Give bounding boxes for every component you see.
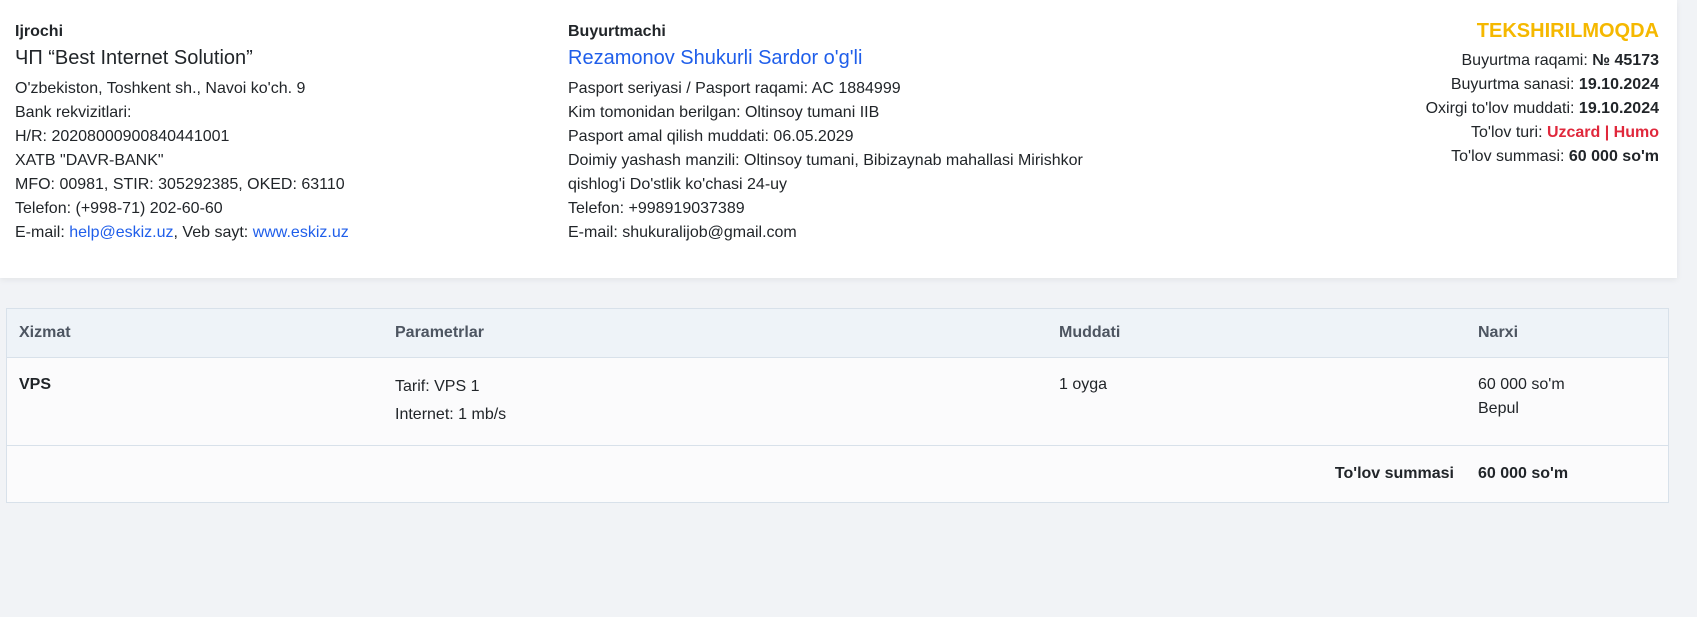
order-number: Buyurtma raqami: № 45173 xyxy=(1239,49,1660,73)
total-label: To'lov summasi xyxy=(1334,465,1454,482)
executor-section: Ijrochi ЧП “Best Internet Solution” O'zb… xyxy=(15,20,535,245)
service-cell: VPS xyxy=(7,357,383,446)
customer-passport-valid: Pasport amal qilish muddati: 06.05.2029 xyxy=(568,128,854,145)
order-date-value: 19.10.2024 xyxy=(1578,76,1659,93)
customer-email: E-mail: shukuralijob@gmail.com xyxy=(568,224,797,241)
customer-address-line1: Doimiy yashash manzili: Oltinsoy tumani,… xyxy=(568,152,1083,169)
executor-bank-label: Bank rekvizitlari: xyxy=(15,104,132,121)
executor-address: O'zbekiston, Toshkent sh., Navoi ko'ch. … xyxy=(15,80,306,97)
status-badge: TEKSHIRILMOQDA xyxy=(1476,20,1659,42)
price-cell: 60 000 so'm Bepul xyxy=(1466,357,1668,446)
executor-codes: MFO: 00981, STIR: 305292385, OKED: 63110 xyxy=(15,176,345,193)
executor-contacts: E-mail: help@eskiz.uz, Veb sayt: www.esk… xyxy=(15,221,535,245)
price-note: Bepul xyxy=(1478,400,1519,417)
order-date-label: Buyurtma sanasi: xyxy=(1450,76,1579,93)
customer-address-line2: qishlog'i Do'stlik ko'chasi 24-uy xyxy=(568,176,788,193)
services-table: Xizmat Parametrlar Muddati Narxi VPS Tar… xyxy=(7,309,1668,502)
executor-heading: Ijrochi xyxy=(15,23,64,40)
table-header-row: Xizmat Parametrlar Muddati Narxi xyxy=(7,309,1668,358)
executor-name: ЧП “Best Internet Solution” xyxy=(15,47,253,69)
order-date: Buyurtma sanasi: 19.10.2024 xyxy=(1239,73,1659,97)
column-header-duration: Muddati xyxy=(1047,309,1466,358)
payment-deadline-value: 19.10.2024 xyxy=(1578,100,1659,117)
payment-total-label: To'lov summasi: xyxy=(1451,148,1569,165)
table-row: VPS Tarif: VPS 1 Internet: 1 mb/s 1 oyga… xyxy=(7,357,1668,446)
order-number-value: № 45173 xyxy=(1592,52,1659,69)
executor-bank-name: XATB "DAVR-BANK" xyxy=(15,152,164,169)
param-internet: Internet: 1 mb/s xyxy=(395,406,507,423)
table-total-row: To'lov summasi 60 000 so'm xyxy=(7,446,1668,503)
param-tariff: Tarif: VPS 1 xyxy=(395,378,480,395)
payment-total: To'lov summasi: 60 000 so'm xyxy=(1239,145,1659,169)
order-summary: TEKSHIRILMOQDA Buyurtma raqami: № 45173 … xyxy=(1239,17,1659,169)
payment-type-value: Uzcard | Humo xyxy=(1546,124,1659,141)
services-table-container: Xizmat Parametrlar Muddati Narxi VPS Tar… xyxy=(6,308,1669,503)
payment-deadline: Oxirgi to'lov muddati: 19.10.2024 xyxy=(1239,97,1659,121)
column-header-price: Narxi xyxy=(1466,309,1668,358)
customer-phone: Telefon: +998919037389 xyxy=(568,200,745,217)
parameters-cell: Tarif: VPS 1 Internet: 1 mb/s xyxy=(383,357,1047,446)
customer-section: Buyurtmachi Rezamonov Shukurli Sardor o'… xyxy=(568,20,1128,245)
column-header-parameters: Parametrlar xyxy=(383,309,1047,358)
invoice-header-card: Ijrochi ЧП “Best Internet Solution” O'zb… xyxy=(0,0,1677,278)
price-amount: 60 000 so'm xyxy=(1478,376,1565,393)
customer-name-link[interactable]: Rezamonov Shukurli Sardor o'g'li xyxy=(568,44,1128,72)
column-header-service: Xizmat xyxy=(7,309,383,358)
executor-website-link[interactable]: www.eskiz.uz xyxy=(253,224,349,241)
email-prefix: E-mail: xyxy=(15,224,70,241)
customer-issued-by: Kim tomonidan berilgan: Oltinsoy tumani … xyxy=(568,104,880,121)
payment-type: To'lov turi: Uzcard | Humo xyxy=(1239,121,1659,145)
duration-cell: 1 oyga xyxy=(1047,357,1466,446)
payment-total-value: 60 000 so'm xyxy=(1568,148,1659,165)
payment-type-label: To'lov turi: xyxy=(1470,124,1547,141)
customer-heading: Buyurtmachi xyxy=(568,23,666,40)
executor-email-link[interactable]: help@eskiz.uz xyxy=(69,224,173,241)
site-prefix: , Veb sayt: xyxy=(173,224,253,241)
executor-phone: Telefon: (+998-71) 202-60-60 xyxy=(15,200,223,217)
payment-deadline-label: Oxirgi to'lov muddati: xyxy=(1425,100,1579,117)
order-number-label: Buyurtma raqami: xyxy=(1461,52,1593,69)
total-value: 60 000 so'm xyxy=(1478,465,1569,482)
executor-account: H/R: 20208000900840441001 xyxy=(15,128,230,145)
customer-passport: Pasport seriyasi / Pasport raqami: AC 18… xyxy=(568,80,901,97)
